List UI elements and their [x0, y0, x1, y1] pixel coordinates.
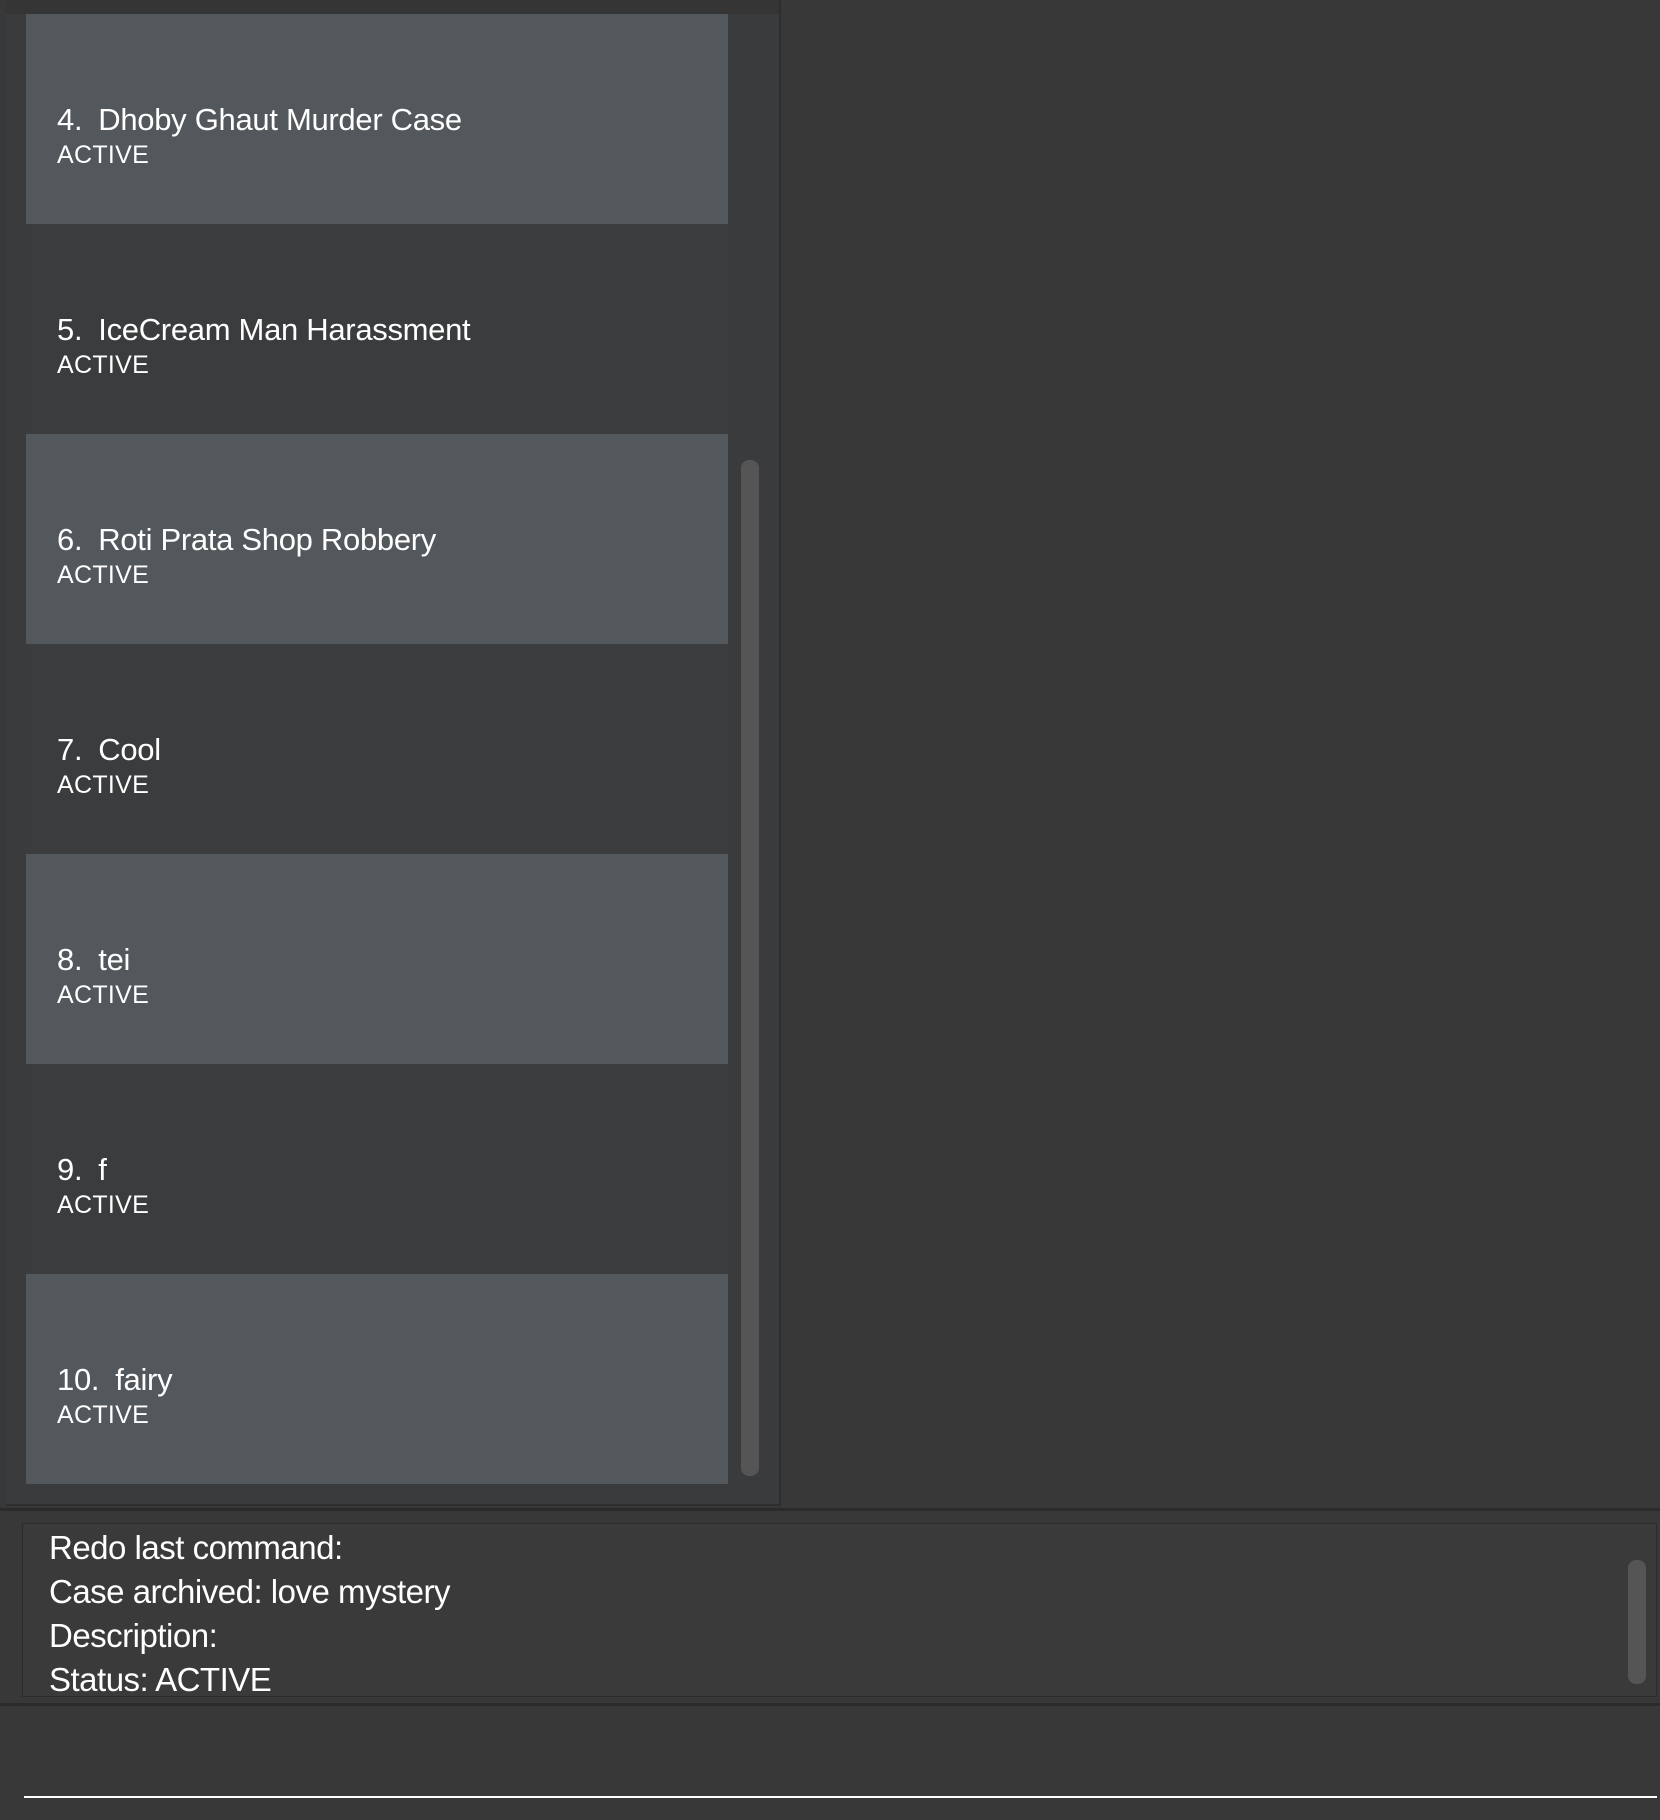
- result-line: Status: ACTIVE: [49, 1661, 272, 1698]
- case-list-scrollbar[interactable]: [741, 460, 759, 1476]
- app-window: 4. Dhoby Ghaut Murder Case ACTIVE 5. IceCr…: [0, 0, 1660, 1820]
- case-list-panel: 4. Dhoby Ghaut Murder Case ACTIVE 5. IceCr…: [6, 0, 781, 1506]
- result-scrollbar[interactable]: [1628, 1560, 1646, 1684]
- case-list: 4. Dhoby Ghaut Murder Case ACTIVE 5. IceCr…: [26, 14, 728, 1484]
- case-index: 8.: [57, 942, 83, 977]
- case-title: 8. tei: [57, 942, 728, 978]
- result-display-area: Redo last command: Case archived: love m…: [0, 1508, 1660, 1706]
- case-card[interactable]: 4. Dhoby Ghaut Murder Case ACTIVE: [26, 14, 728, 224]
- case-name: IceCream Man Harassment: [98, 312, 471, 347]
- case-status: ACTIVE: [57, 141, 150, 169]
- result-text: Redo last command: Case archived: love m…: [49, 1526, 450, 1702]
- case-status: ACTIVE: [57, 561, 150, 589]
- case-name: Dhoby Ghaut Murder Case: [98, 102, 462, 137]
- case-index: 10.: [57, 1362, 100, 1397]
- case-detail-panel: [781, 0, 1660, 1506]
- case-index: 5.: [57, 312, 83, 347]
- case-index: 9.: [57, 1152, 83, 1187]
- case-title: 6. Roti Prata Shop Robbery: [57, 522, 728, 558]
- case-title: 9. f: [57, 1152, 728, 1188]
- case-title: 7. Cool: [57, 732, 728, 768]
- case-name: f: [98, 1152, 107, 1187]
- result-display: Redo last command: Case archived: love m…: [22, 1523, 1657, 1698]
- case-title: 4. Dhoby Ghaut Murder Case: [57, 102, 728, 138]
- case-index: 4.: [57, 102, 83, 137]
- case-card[interactable]: 9. f ACTIVE: [26, 1064, 728, 1274]
- case-card[interactable]: 6. Roti Prata Shop Robbery ACTIVE: [26, 434, 728, 644]
- case-card[interactable]: 10. fairy ACTIVE: [26, 1274, 728, 1484]
- result-line: Case archived: love mystery: [49, 1573, 450, 1610]
- case-status: ACTIVE: [57, 981, 150, 1009]
- case-name: tei: [98, 942, 131, 977]
- case-name: Roti Prata Shop Robbery: [98, 522, 436, 557]
- command-input[interactable]: [24, 1714, 1657, 1798]
- case-card[interactable]: 7. Cool ACTIVE: [26, 644, 728, 854]
- case-card[interactable]: 8. tei ACTIVE: [26, 854, 728, 1064]
- case-name: fairy: [115, 1362, 173, 1397]
- case-status: ACTIVE: [57, 351, 150, 379]
- case-card[interactable]: 5. IceCream Man Harassment ACTIVE: [26, 224, 728, 434]
- case-index: 6.: [57, 522, 83, 557]
- result-line: Description:: [49, 1617, 218, 1654]
- case-title: 5. IceCream Man Harassment: [57, 312, 728, 348]
- result-line: Redo last command:: [49, 1529, 343, 1566]
- case-status: ACTIVE: [57, 771, 150, 799]
- case-title: 10. fairy: [57, 1362, 728, 1398]
- case-name: Cool: [98, 732, 161, 767]
- case-status: ACTIVE: [57, 1401, 150, 1429]
- command-box-area: [0, 1706, 1660, 1820]
- case-status: ACTIVE: [57, 1191, 150, 1219]
- case-index: 7.: [57, 732, 83, 767]
